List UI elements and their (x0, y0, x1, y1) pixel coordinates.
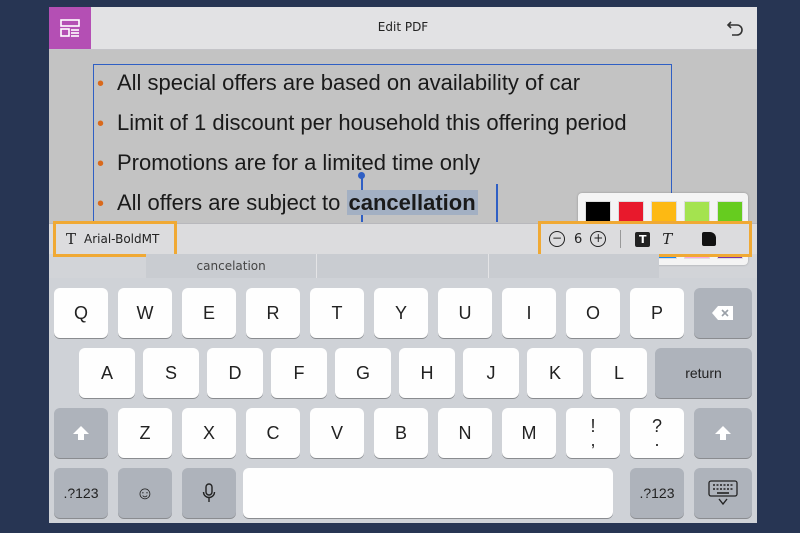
return-key[interactable]: return (655, 348, 752, 398)
emoji-key[interactable]: ☺ (118, 468, 172, 518)
suggestion-item[interactable] (487, 254, 659, 278)
key-o[interactable]: O (566, 288, 620, 338)
key-b[interactable]: B (374, 408, 428, 458)
key-a[interactable]: A (79, 348, 135, 398)
bullet-item[interactable]: • Promotions are for a limited time only (97, 150, 480, 176)
top-toolbar: Edit PDF (49, 7, 757, 50)
suggestion-item[interactable] (316, 254, 487, 278)
font-name: Arial-BoldMT (84, 232, 160, 246)
shift-right-key[interactable] (694, 408, 752, 458)
key-w[interactable]: W (118, 288, 172, 338)
text-color-icon[interactable] (702, 232, 717, 246)
bullet-dot: • (97, 73, 105, 95)
key-t[interactable]: T (310, 288, 364, 338)
dictation-key[interactable] (182, 468, 236, 518)
font-icon: T (66, 230, 77, 248)
numbers-key-right[interactable]: .?123 (630, 468, 684, 518)
key-d[interactable]: D (207, 348, 263, 398)
bullet-dot: • (97, 193, 105, 215)
space-key[interactable] (243, 468, 613, 518)
key-l[interactable]: L (591, 348, 647, 398)
key-m[interactable]: M (502, 408, 556, 458)
selected-text[interactable]: cancellation (346, 190, 478, 215)
backspace-key[interactable] (694, 288, 752, 338)
key-j[interactable]: J (463, 348, 519, 398)
key-k[interactable]: K (527, 348, 583, 398)
key-i[interactable]: I (502, 288, 556, 338)
key-n[interactable]: N (438, 408, 492, 458)
bullet-dot: • (97, 153, 105, 175)
text-style-group: − 6 + T T (538, 221, 752, 257)
key-question[interactable]: ?. (630, 408, 684, 458)
hide-keyboard-key[interactable] (694, 468, 752, 518)
key-h[interactable]: H (399, 348, 455, 398)
bullet-dot: • (97, 113, 105, 135)
shift-icon (715, 426, 731, 440)
suggestion-item[interactable]: cancelation (146, 254, 316, 278)
key-g[interactable]: G (335, 348, 391, 398)
selection-end-cursor[interactable] (496, 184, 498, 222)
key-r[interactable]: R (246, 288, 300, 338)
key-f[interactable]: F (271, 348, 327, 398)
font-picker-button[interactable]: T Arial-BoldMT (53, 221, 177, 257)
shift-left-key[interactable] (54, 408, 108, 458)
microphone-icon (202, 483, 216, 502)
font-size-value: 6 (574, 231, 583, 247)
backspace-icon (712, 306, 733, 320)
key-u[interactable]: U (438, 288, 492, 338)
keyboard-dismiss-icon (708, 480, 738, 506)
key-y[interactable]: Y (374, 288, 428, 338)
italic-button[interactable]: T (662, 230, 672, 248)
bullet-item[interactable]: • All special offers are based on availab… (97, 70, 580, 96)
bullet-item[interactable]: • All offers are subject to cancellation (97, 190, 478, 216)
undo-icon[interactable] (725, 18, 745, 38)
ipad-screen: Edit PDF • All special offers are based o… (49, 7, 757, 523)
numbers-key-left[interactable]: .?123 (54, 468, 108, 518)
key-z[interactable]: Z (118, 408, 172, 458)
key-c[interactable]: C (246, 408, 300, 458)
shift-icon (73, 426, 89, 440)
increase-size-button[interactable]: + (590, 231, 607, 247)
key-p[interactable]: P (630, 288, 684, 338)
key-e[interactable]: E (182, 288, 236, 338)
key-exclamation[interactable]: !, (566, 408, 620, 458)
page-title: Edit PDF (377, 20, 429, 34)
key-s[interactable]: S (143, 348, 199, 398)
bold-button[interactable]: T (635, 231, 651, 247)
bullet-item[interactable]: • Limit of 1 discount per household this … (97, 110, 627, 136)
key-x[interactable]: X (182, 408, 236, 458)
decrease-size-button[interactable]: − (549, 231, 565, 247)
format-toolbar: T Arial-BoldMT − 6 + T T (49, 221, 757, 257)
toolbar-divider (620, 230, 622, 248)
key-q[interactable]: Q (54, 288, 108, 338)
autocorrect-bar: cancelation (146, 254, 659, 278)
onscreen-keyboard: Q W E R T Y U I O P A S D F G H J K L re… (49, 278, 757, 523)
pdf-page: • All special offers are based on availab… (49, 50, 757, 265)
key-v[interactable]: V (310, 408, 364, 458)
